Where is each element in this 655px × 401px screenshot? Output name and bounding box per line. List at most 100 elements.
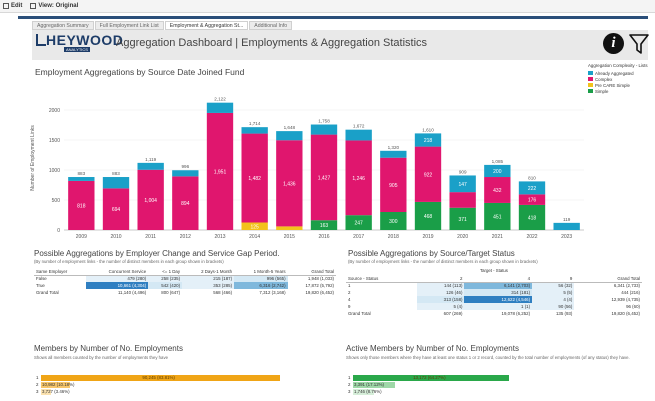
table-cell: 126 (46) (417, 289, 465, 296)
y-tick-label: 1000 (49, 168, 60, 174)
bar-data-label: 432 (493, 188, 502, 194)
y-tick-label: 2000 (49, 108, 60, 114)
bar-segment-already-aggregated (68, 177, 95, 181)
column-header: 2 Days-1 Month (182, 268, 235, 276)
legend-title: Aggregation Complexity - Lists (588, 63, 648, 68)
active-members-subtitle: Shows only those members where they have… (346, 355, 630, 360)
table-cell: 5 (5) (532, 289, 575, 296)
table-cell: False (36, 276, 47, 282)
bar-segment-already-aggregated (310, 124, 338, 135)
bar-value-label: 3,391 (17.12%) (354, 382, 385, 387)
table1-subtitle: (By number of employment links - the num… (34, 259, 224, 264)
chart-legend: Aggregation Complexity - Lists Already A… (588, 63, 648, 94)
table2-subtitle: (By number of employment links - the num… (348, 259, 538, 264)
table-row[interactable]: Grand Total 11,140 (4,496) 800 (647) 568… (34, 289, 336, 296)
tab-additional-info[interactable]: Additional Info (249, 21, 293, 30)
bar-segment-already-aggregated (172, 170, 199, 177)
table-row[interactable]: 2 126 (46) 314 (181) 5 (5) 444 (216) (346, 289, 642, 296)
table-row[interactable]: False 479 (280) 258 (235) 215 (187) 996 … (34, 275, 336, 282)
dashboard-header: HEYWOOD ANALYTICS Aggregation Dashboard … (32, 30, 649, 60)
filter-icon[interactable] (629, 33, 649, 55)
tab-employment-aggregation-stats[interactable]: Employment & Aggregation St... (164, 21, 249, 30)
table-cell: 56 (32) (532, 282, 575, 289)
table-row[interactable]: 4 313 (158) 12,622 (4,546) 4 (4) 12,939 … (346, 296, 642, 303)
bar-data-label: 371 (458, 217, 467, 223)
bar-segment-pre-care-simple (276, 226, 303, 230)
column-header: Grand Total (287, 268, 336, 276)
bar-segment-already-aggregated (345, 129, 372, 141)
column-header: 9 (532, 275, 575, 283)
info-icon[interactable]: i (603, 33, 624, 54)
bar-data-label: 1,436 (283, 181, 296, 187)
table-cell: 353 (285) (182, 282, 235, 289)
table-cell: 144 (113) (417, 282, 465, 289)
bar-data-label: 147 (458, 182, 467, 188)
bar-data-label: 451 (493, 214, 502, 220)
bar-data-label: 222 (528, 186, 537, 192)
bar-data-label: 218 (424, 138, 433, 144)
table-cell: Grand Total (348, 311, 371, 316)
table-cell: 90 (56) (532, 303, 575, 310)
bar-total-label: 1,672 (353, 124, 365, 129)
table-row[interactable]: True 10,661 (4,304) 542 (420) 353 (285) … (34, 282, 336, 289)
logo-text: HEYWOOD (46, 32, 124, 48)
x-tick-label: 2016 (318, 234, 329, 240)
edit-button[interactable]: Edit (3, 3, 22, 9)
table-cell: True (36, 283, 45, 288)
y-tick-label: 0 (57, 228, 60, 234)
bar-total-label: 119 (563, 217, 571, 222)
table-cell: 7,312 (3,168) (259, 290, 286, 295)
bar-data-label: 163 (320, 223, 329, 229)
x-tick-label: 2017 (353, 234, 364, 240)
column-header: <= 1 Day (148, 268, 183, 276)
bar-category-label: 2 (36, 382, 39, 387)
column-header: Grand Total (574, 275, 642, 283)
column-header: 4 (464, 275, 533, 283)
bar-value-label: 13,172 (64.27%) (413, 375, 446, 380)
bar-data-label: 418 (528, 215, 537, 221)
column-header: Same Employer (34, 268, 87, 276)
tab-full-employment-link-list[interactable]: Full Employment Link List (94, 21, 164, 30)
bar-total-label: 1,320 (388, 145, 400, 150)
bar-data-label: 1,427 (318, 175, 331, 181)
table-cell: 444 (216) (621, 290, 640, 295)
x-tick-label: 2020 (457, 234, 468, 240)
table-row[interactable]: 1 144 (113) 6,141 (2,703) 56 (32) 6,341 … (346, 282, 642, 289)
legend-swatch (588, 71, 593, 75)
table-cell: 314 (181) (464, 289, 533, 296)
bar-total-label: 1,714 (249, 121, 261, 126)
table-row[interactable]: 9 5 (4) 1 (1) 90 (56) 96 (60) (346, 303, 642, 310)
target-status-header: Target - Status (480, 268, 508, 273)
table-cell: 2 (348, 290, 351, 295)
bar-data-label: 694 (112, 207, 121, 213)
bar-value-label: 90,245 (83.81%) (142, 375, 175, 380)
bar-data-label: 200 (493, 169, 502, 175)
table-cell: 6,341 (2,733) (613, 283, 640, 289)
table-row[interactable]: Grand Total 607 (269) 19,078 (6,252) 135… (346, 310, 642, 317)
legend-label: Simple (595, 88, 609, 94)
bar-data-label: 1,004 (144, 198, 157, 204)
legend-item-simple[interactable]: Simple (588, 88, 648, 94)
table-cell: 96 (60) (626, 304, 640, 309)
bar-data-label: 247 (354, 221, 363, 227)
table2-title: Possible Aggregations by Source/Target S… (348, 249, 515, 258)
bar-value-label: 10,982 (10.18%) (42, 382, 75, 387)
bar-segment-already-aggregated (206, 102, 234, 113)
bar-total-label: 1,610 (422, 127, 434, 132)
bar-total-label: 1,085 (492, 159, 504, 164)
bar-total-label: 909 (459, 169, 467, 174)
table-cell: 313 (158) (417, 296, 465, 303)
view-icon (30, 3, 37, 9)
table-cell: 607 (269) (443, 311, 463, 316)
view-original-button[interactable]: View: Original (30, 3, 78, 9)
active-members-title: Active Members by Number of No. Employme… (346, 344, 519, 353)
legend-label: Already Aggregated (595, 70, 634, 76)
bar-value-label: 3,727 (3.46%) (42, 389, 70, 394)
tab-aggregation-summary[interactable]: Aggregation Summary (32, 21, 94, 30)
bar-segment-already-aggregated (102, 177, 130, 189)
main-stacked-bar-chart: Number of Employment Links 0 500 1000 1500 20… (30, 97, 584, 240)
bar-data-label: 1,482 (248, 176, 261, 182)
column-header: 2 (417, 275, 465, 283)
x-tick-label: 2019 (422, 234, 433, 240)
bar-data-label: 1,951 (214, 169, 227, 175)
